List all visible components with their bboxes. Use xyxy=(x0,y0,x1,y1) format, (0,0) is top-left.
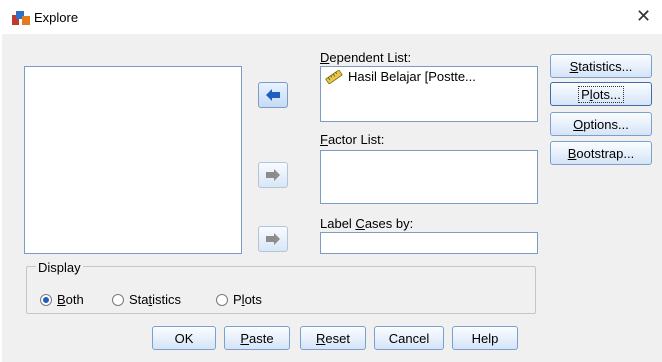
reset-button[interactable]: Reset xyxy=(300,326,366,350)
plots-button[interactable]: Plots... xyxy=(550,82,652,106)
close-icon[interactable]: ✕ xyxy=(636,6,651,26)
move-to-dependent-button[interactable] xyxy=(258,82,288,108)
source-variable-list[interactable] xyxy=(24,66,242,254)
radio-unselected-icon xyxy=(112,293,124,306)
radio-statistics[interactable]: Sta t istics xyxy=(112,292,181,307)
scale-ruler-icon xyxy=(325,69,343,84)
dependent-list[interactable]: Hasil Belajar [Postte... xyxy=(320,66,538,122)
cancel-button[interactable]: Cancel xyxy=(374,326,444,350)
bootstrap-button[interactable]: Bootstrap... xyxy=(550,141,652,165)
ok-button[interactable]: OK xyxy=(152,326,216,350)
list-item-label: Hasil Belajar [Postte... xyxy=(348,69,476,84)
help-button[interactable]: Help xyxy=(452,326,518,350)
title-bar: Explore ✕ xyxy=(0,0,662,34)
arrow-left-icon xyxy=(266,89,280,101)
arrow-right-icon xyxy=(266,233,280,245)
factor-list[interactable] xyxy=(320,150,538,204)
factor-list-label: Factor List: xyxy=(320,132,385,147)
move-to-factor-button[interactable] xyxy=(258,162,288,188)
radio-both[interactable]: Both xyxy=(40,292,84,307)
radio-unselected-icon xyxy=(216,293,228,306)
spss-explore-icon xyxy=(12,11,30,25)
move-to-label-cases-button[interactable] xyxy=(258,226,288,252)
window-title: Explore xyxy=(34,10,79,25)
statistics-button[interactable]: Statistics... xyxy=(550,54,652,78)
list-item[interactable]: Hasil Belajar [Postte... xyxy=(325,69,476,84)
dialog-body: Dependent List: Hasil Belajar [Postte...… xyxy=(2,34,662,362)
display-group-label: Display xyxy=(36,260,83,275)
display-group xyxy=(26,266,536,314)
radio-selected-icon xyxy=(40,293,52,306)
options-button[interactable]: Options... xyxy=(550,112,652,136)
dependent-list-label: Dependent List: xyxy=(320,50,412,65)
label-cases-field[interactable] xyxy=(320,232,538,254)
label-cases-label: Label Cases by: xyxy=(320,216,414,231)
radio-plots[interactable]: Pl ots xyxy=(216,292,262,307)
arrow-right-icon xyxy=(266,169,280,181)
paste-button[interactable]: Paste xyxy=(224,326,290,350)
